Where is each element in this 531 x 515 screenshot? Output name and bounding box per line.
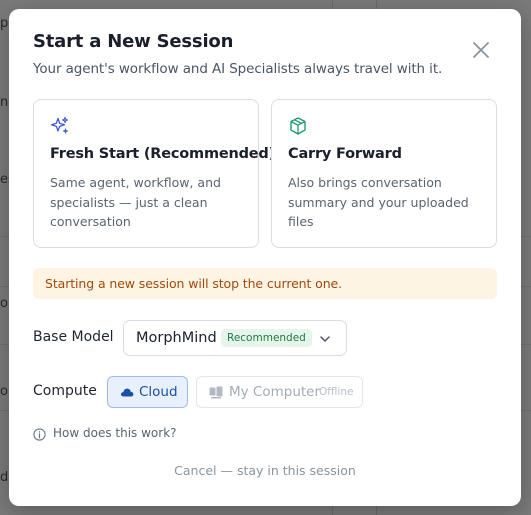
sparkles-icon <box>50 116 69 134</box>
carry-forward-option[interactable]: Carry Forward Also brings conversation s… <box>271 99 497 248</box>
offline-status: Offline <box>319 386 354 398</box>
base-model-select[interactable]: MorphMind Recommended <box>123 320 347 356</box>
fresh-start-title: Fresh Start (Recommended) <box>50 146 276 162</box>
background-text: ng <box>0 95 9 110</box>
compute-cloud-button[interactable]: Cloud <box>107 376 188 408</box>
warning-banner: Starting a new session will stop the cur… <box>33 268 497 299</box>
fresh-start-option[interactable]: Fresh Start (Recommended) Same agent, wo… <box>33 99 275 248</box>
background-text: o <box>0 384 8 399</box>
close-button[interactable] <box>469 38 493 62</box>
recommended-badge: Recommended <box>221 329 312 347</box>
package-icon <box>290 117 306 135</box>
background-text: d <box>0 470 9 485</box>
help-link-text: How does this work? <box>53 426 177 440</box>
background-text: o <box>0 296 8 311</box>
close-icon <box>473 42 489 58</box>
cloud-icon <box>120 388 134 397</box>
dialog-subtitle: Your agent's workflow and AI Specialists… <box>33 61 443 77</box>
base-model-value: MorphMind <box>136 330 217 346</box>
fresh-start-description: Same agent, workflow, and specialists — … <box>50 175 221 229</box>
info-icon <box>33 428 46 441</box>
carry-forward-title: Carry Forward <box>288 146 402 162</box>
compute-my-computer-button[interactable]: My Computer Offline <box>196 376 363 408</box>
new-session-dialog: Start a New Session Your agent's workflo… <box>9 9 521 506</box>
carry-forward-description: Also brings conversation summary and you… <box>288 175 469 229</box>
dialog-title: Start a New Session <box>33 31 234 52</box>
background-text: es <box>0 172 9 187</box>
compute-cloud-label: Cloud <box>139 384 178 400</box>
base-model-label: Base Model <box>33 329 114 345</box>
computer-icon <box>209 386 223 399</box>
cancel-link[interactable]: Cancel — stay in this session <box>9 463 521 478</box>
compute-my-computer-label: My Computer <box>229 384 321 400</box>
chevron-down-icon <box>320 336 330 342</box>
compute-label: Compute <box>33 383 97 399</box>
background-text: p <box>0 16 9 31</box>
